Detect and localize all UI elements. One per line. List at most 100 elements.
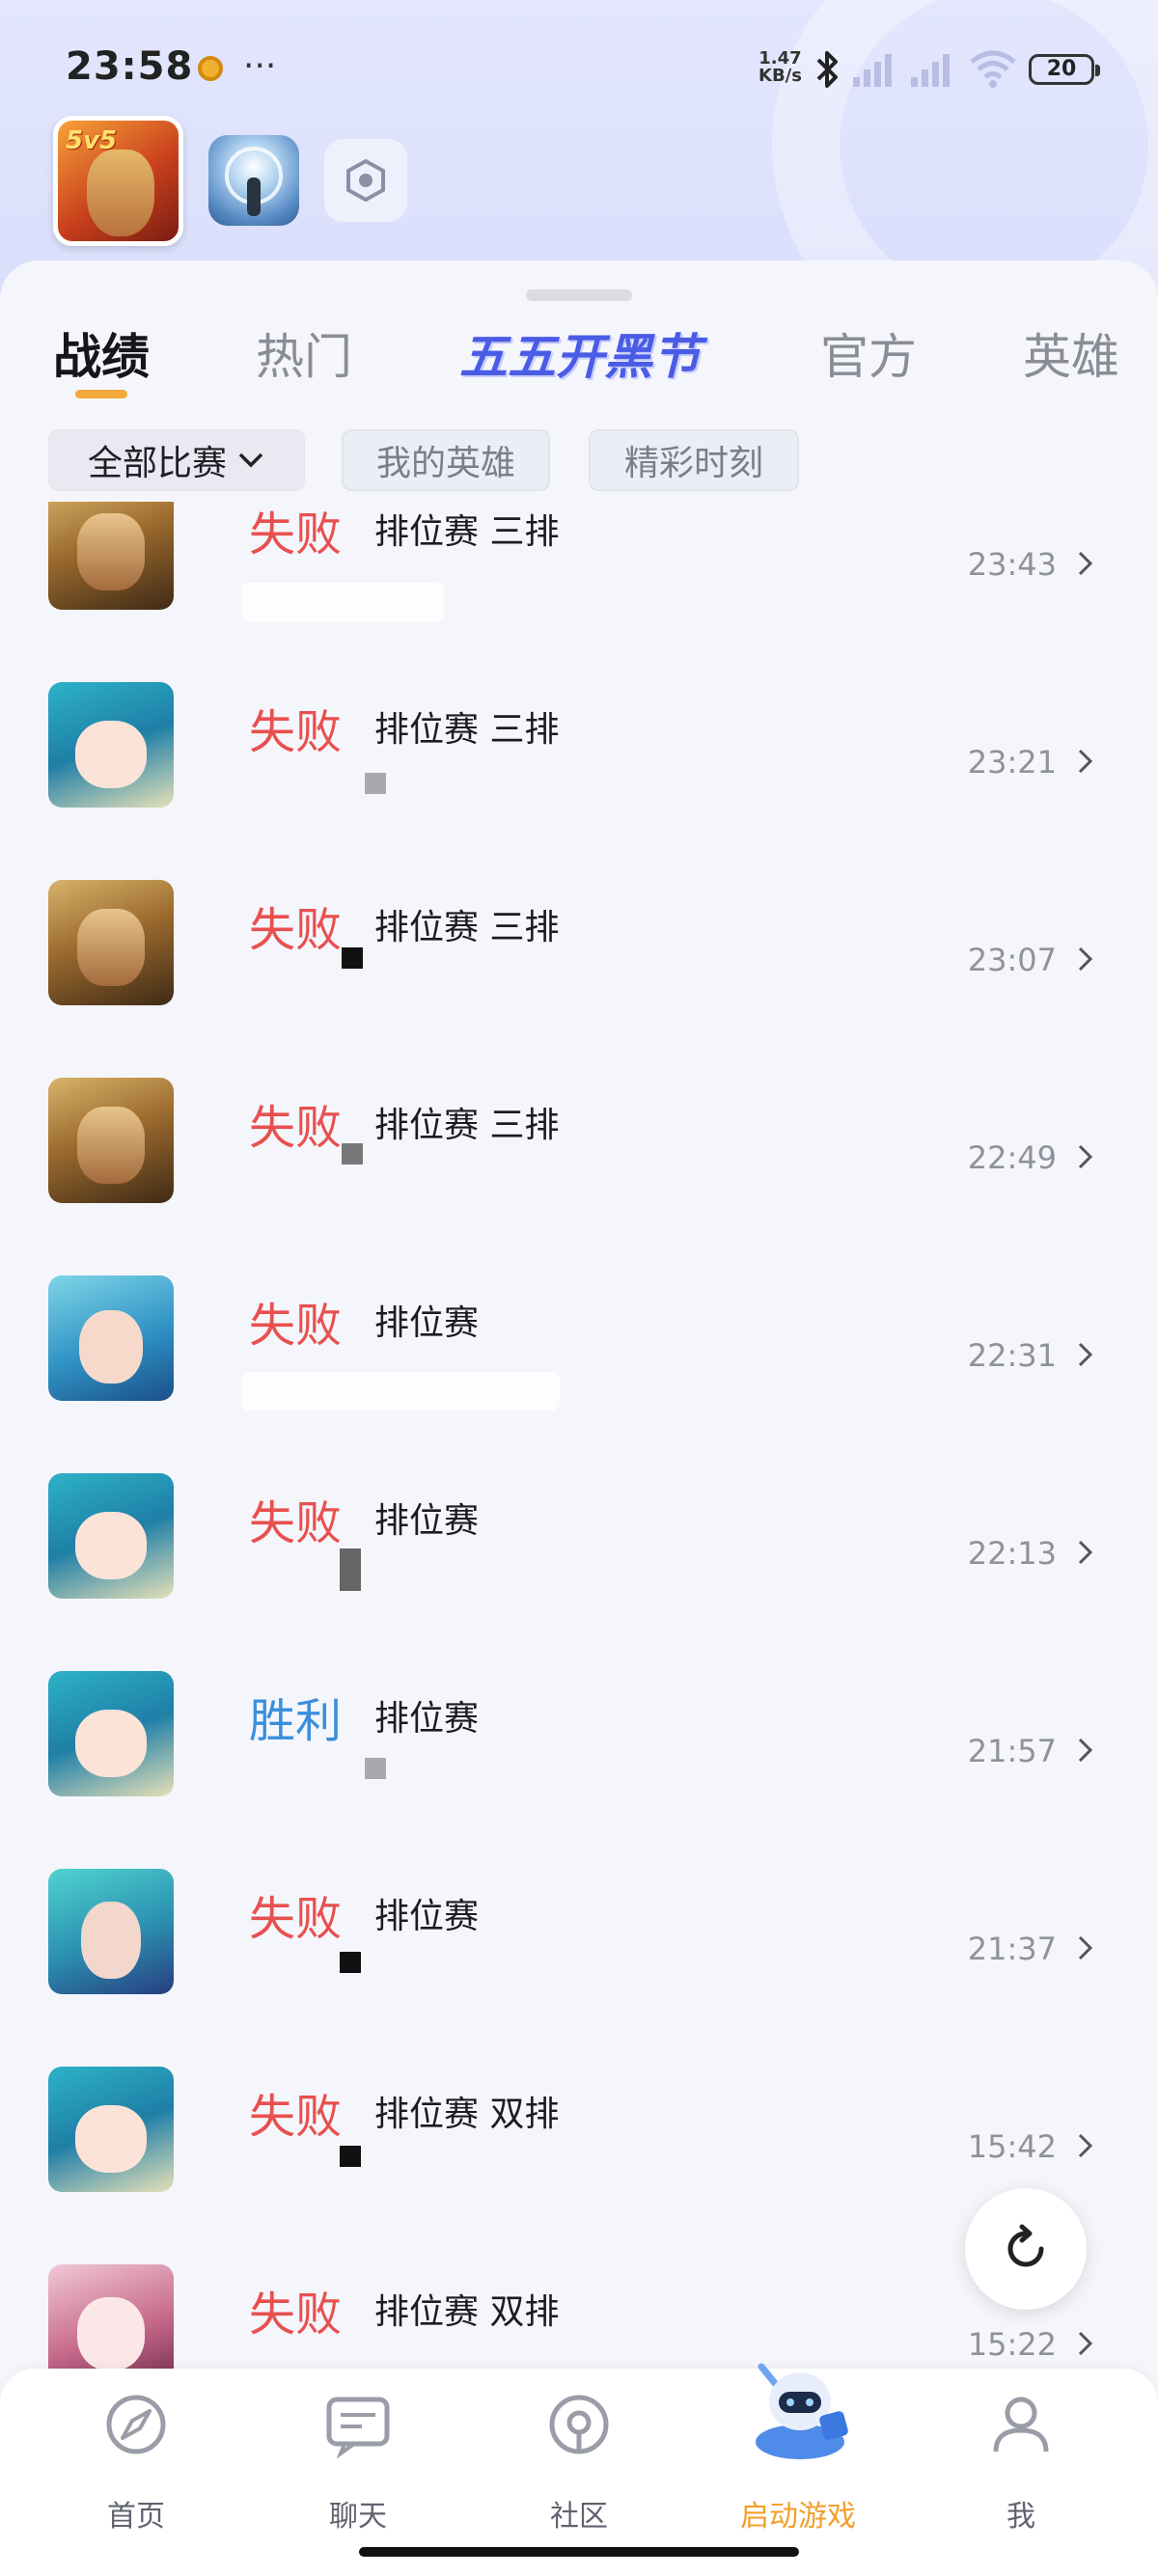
hero-avatar xyxy=(48,880,174,1005)
hero-avatar xyxy=(48,1671,174,1796)
match-result: 失败 xyxy=(249,1101,343,1155)
match-time: 21:57 xyxy=(967,1733,1057,1769)
chevron-right-icon xyxy=(1078,1935,1093,1960)
match-result: 失败 xyxy=(249,903,343,957)
honor-of-kings-app-icon[interactable]: 5v5 xyxy=(53,116,183,246)
match-time: 23:43 xyxy=(967,546,1057,583)
match-time: 21:37 xyxy=(967,1931,1057,1967)
match-row[interactable]: 失败 排位赛 三排 23:07 xyxy=(0,880,1158,1095)
tab-heroes[interactable]: 英雄 xyxy=(1023,318,1119,388)
figure-icon xyxy=(247,178,261,216)
all-matches-label: 全部比赛 xyxy=(87,444,227,483)
redaction-mark xyxy=(342,947,363,969)
match-time: 15:42 xyxy=(967,2128,1057,2165)
nav-chat[interactable]: 聊天 xyxy=(262,2369,455,2562)
match-row[interactable]: 失败 排位赛 22:13 xyxy=(0,1473,1158,1688)
match-result: 失败 xyxy=(249,1496,343,1550)
nav-me[interactable]: 我 xyxy=(924,2369,1117,2562)
chevron-right-icon xyxy=(1078,2331,1093,2356)
all-matches-dropdown[interactable]: 全部比赛 xyxy=(48,429,305,491)
match-mode: 排位赛 xyxy=(374,1897,480,1936)
hero-avatar xyxy=(48,2067,174,2192)
nav-chat-label: 聊天 xyxy=(329,2500,387,2534)
nav-home[interactable]: 首页 xyxy=(40,2369,233,2562)
match-row[interactable]: 失败 排位赛 21:37 xyxy=(0,1869,1158,2084)
hero-avatar xyxy=(48,1473,174,1599)
filter-bar: 全部比赛 我的英雄 精彩时刻 xyxy=(0,429,1158,497)
hexagon-settings-icon xyxy=(346,158,385,203)
match-row[interactable]: 胜利 排位赛 21:57 xyxy=(0,1671,1158,1886)
wifi-icon xyxy=(970,50,1016,88)
app-settings-button[interactable] xyxy=(324,139,407,222)
network-speed: 1.47 KB/s xyxy=(758,50,802,85)
tab-records[interactable]: 战绩 xyxy=(53,318,150,388)
nav-community[interactable]: 社区 xyxy=(482,2369,676,2562)
home-indicator[interactable] xyxy=(359,2547,799,2557)
chevron-right-icon xyxy=(1078,1738,1093,1763)
more-notifications-icon: ··· xyxy=(243,46,277,86)
launch-game-icon xyxy=(756,2363,848,2459)
secondary-app-icon[interactable] xyxy=(208,135,299,226)
match-time: 22:13 xyxy=(967,1535,1057,1572)
match-mode: 排位赛 三排 xyxy=(374,512,560,552)
hero-avatar xyxy=(48,2264,174,2383)
hero-avatar xyxy=(48,1275,174,1401)
chat-icon xyxy=(326,2397,390,2459)
network-speed-unit: KB/s xyxy=(758,66,802,86)
highlights-filter[interactable]: 精彩时刻 xyxy=(589,429,799,491)
drag-handle[interactable] xyxy=(526,289,632,301)
match-mode: 排位赛 三排 xyxy=(374,710,560,750)
profile-icon xyxy=(993,2397,1049,2453)
redaction-mark xyxy=(340,1548,361,1591)
match-time: 23:21 xyxy=(967,744,1057,781)
redacted-stats xyxy=(241,583,444,621)
hero-avatar xyxy=(48,1869,174,1994)
top-tabs: 战绩 热门 五五开黑节 官方 英雄 xyxy=(0,318,1158,415)
redacted-stats xyxy=(241,1372,560,1411)
match-list: 失败 排位赛 三排 23:43 失败 排位赛 三排 23:21 失败 排位赛 三… xyxy=(0,502,1158,2383)
redaction-mark xyxy=(342,1143,363,1165)
community-icon xyxy=(549,2395,609,2454)
hero-art-icon xyxy=(87,150,154,236)
chevron-right-icon xyxy=(1078,1540,1093,1565)
match-result: 失败 xyxy=(249,1892,343,1946)
chevron-right-icon xyxy=(1078,946,1093,972)
match-result: 失败 xyxy=(249,2288,343,2342)
redaction-mark xyxy=(340,2146,361,2167)
match-result: 失败 xyxy=(249,507,343,562)
redaction-mark xyxy=(365,773,386,794)
chevron-right-icon xyxy=(1078,1144,1093,1169)
match-mode: 排位赛 三排 xyxy=(374,908,560,947)
status-time: 23:58 xyxy=(66,44,194,89)
match-result: 失败 xyxy=(249,2090,343,2144)
match-time: 22:49 xyxy=(967,1139,1057,1176)
active-tab-indicator xyxy=(75,390,127,398)
hero-avatar xyxy=(48,682,174,808)
match-row[interactable]: 失败 排位赛 三排 23:21 xyxy=(0,682,1158,897)
match-row[interactable]: 失败 排位赛 三排 23:43 xyxy=(0,502,1158,699)
refresh-button[interactable] xyxy=(965,2188,1087,2310)
match-result: 失败 xyxy=(249,705,343,759)
match-time: 23:07 xyxy=(967,942,1057,978)
my-heroes-filter[interactable]: 我的英雄 xyxy=(342,429,550,491)
tab-popular[interactable]: 热门 xyxy=(256,318,352,388)
match-result: 胜利 xyxy=(249,1694,343,1748)
match-mode: 排位赛 双排 xyxy=(374,2292,560,2332)
tab-festival[interactable]: 五五开黑节 xyxy=(459,318,701,388)
match-mode: 排位赛 xyxy=(374,1501,480,1541)
nav-community-label: 社区 xyxy=(550,2500,608,2534)
match-row[interactable]: 失败 排位赛 22:31 xyxy=(0,1275,1158,1491)
match-mode: 排位赛 xyxy=(374,1699,480,1739)
match-row[interactable]: 失败 排位赛 三排 22:49 xyxy=(0,1078,1158,1293)
hero-avatar xyxy=(48,1078,174,1203)
tab-official[interactable]: 官方 xyxy=(820,318,917,388)
chevron-right-icon xyxy=(1078,1342,1093,1367)
chevron-down-icon xyxy=(238,452,263,468)
chevron-right-icon xyxy=(1078,749,1093,774)
compass-icon xyxy=(106,2395,166,2454)
bluetooth-icon xyxy=(816,51,838,88)
nav-home-label: 首页 xyxy=(107,2500,165,2534)
notification-app-icon xyxy=(198,56,223,81)
bottom-navigation: 首页 聊天 社区 启动游戏 我 xyxy=(0,2363,1158,2576)
nav-launch-game[interactable]: 启动游戏 xyxy=(702,2363,895,2562)
